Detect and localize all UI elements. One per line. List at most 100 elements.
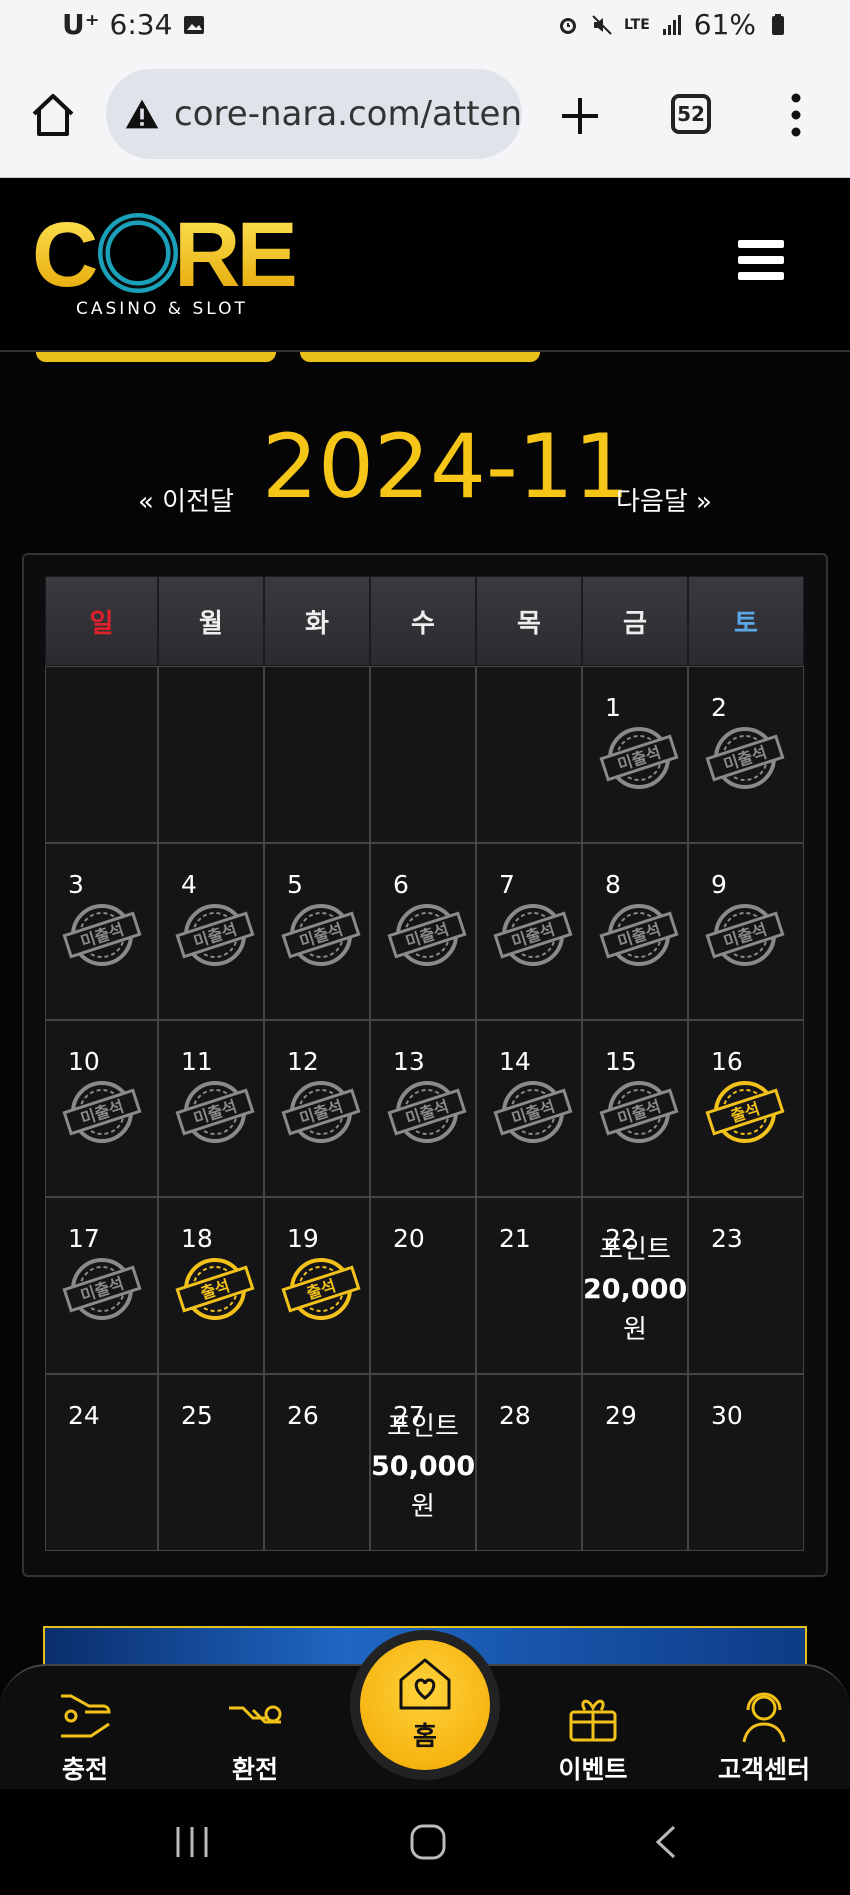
calendar-day-cell[interactable]: 7 미출석 — [476, 843, 582, 1020]
day-number: 11 — [181, 1047, 213, 1076]
calendar-day-cell[interactable]: 21 — [476, 1197, 582, 1374]
calendar-day-cell[interactable]: 24 — [45, 1374, 158, 1551]
mute-icon — [592, 14, 612, 35]
day-number: 5 — [287, 870, 303, 899]
day-number: 3 — [68, 870, 84, 899]
absent-stamp-icon: 미출석 — [62, 1081, 142, 1143]
warning-icon[interactable] — [124, 96, 160, 132]
calendar-day-cell[interactable]: 23 — [688, 1197, 804, 1374]
calendar-day-cell[interactable]: 17 미출석 — [45, 1197, 158, 1374]
calendar-day-cell[interactable]: 26 — [264, 1374, 370, 1551]
nav-home[interactable]: 홈 — [360, 1640, 490, 1770]
nav-event[interactable]: 이벤트 — [533, 1686, 653, 1786]
calendar-day-cell — [476, 666, 582, 843]
reward-label: 포인트 20,000 원 — [583, 1230, 687, 1350]
day-number: 10 — [68, 1047, 100, 1076]
day-number: 19 — [287, 1224, 319, 1253]
url-text[interactable]: core-nara.com/atten — [174, 94, 522, 134]
attendance-calendar: 일월화수목금토 1 미출석 2 미출석 3 미출석 4 미출석 5 미출석 6 미출석 7 미출석 8 미출석… — [45, 576, 804, 1551]
calendar-day-cell[interactable]: 14 미출석 — [476, 1020, 582, 1197]
top-tab-right[interactable] — [300, 352, 540, 362]
calendar-day-cell[interactable]: 29 — [582, 1374, 688, 1551]
home-button-icon[interactable] — [408, 1823, 448, 1861]
calendar-day-cell[interactable]: 1 미출석 — [582, 666, 688, 843]
deposit-icon — [61, 1694, 111, 1738]
calendar-day-cell[interactable]: 30 — [688, 1374, 804, 1551]
day-number: 16 — [711, 1047, 743, 1076]
calendar-day-cell[interactable]: 25 — [158, 1374, 264, 1551]
home-icon[interactable] — [28, 90, 78, 140]
calendar-week-row: 17 미출석 18 출석 19 출석 20 21 22 포인트 20,000 원 23 — [45, 1197, 804, 1374]
battery-icon — [772, 13, 784, 35]
calendar-day-cell[interactable]: 2 미출석 — [688, 666, 804, 843]
more-options-icon[interactable] — [784, 90, 808, 140]
calendar-day-cell — [264, 666, 370, 843]
nav-withdraw[interactable]: 환전 — [195, 1686, 315, 1786]
weekday-header-cell: 일 — [45, 576, 158, 666]
calendar-week-row: 3 미출석 4 미출석 5 미출석 6 미출석 7 미출석 8 미출석 9 미출석 — [45, 843, 804, 1020]
day-number: 9 — [711, 870, 727, 899]
calendar-day-cell[interactable]: 19 출석 — [264, 1197, 370, 1374]
nav-support[interactable]: 고객센터 — [704, 1686, 824, 1786]
day-number: 28 — [499, 1401, 531, 1430]
nav-label-withdraw: 환전 — [231, 1755, 278, 1784]
calendar-day-cell[interactable]: 27 포인트 50,000 원 — [370, 1374, 476, 1551]
weekday-header: 일월화수목금토 — [45, 576, 804, 666]
calendar-day-cell — [45, 666, 158, 843]
absent-stamp-icon: 미출석 — [705, 904, 785, 966]
absent-stamp-icon: 미출석 — [175, 904, 255, 966]
browser-toolbar: core-nara.com/atten 52 — [0, 52, 850, 178]
reward-text: 포인트 — [599, 1235, 671, 1265]
day-number: 21 — [499, 1224, 531, 1253]
day-number: 18 — [181, 1224, 213, 1253]
calendar-day-cell — [370, 666, 476, 843]
calendar-day-cell[interactable]: 11 미출석 — [158, 1020, 264, 1197]
nav-deposit[interactable]: 충전 — [25, 1686, 145, 1786]
gift-icon — [569, 1699, 617, 1742]
reward-label: 포인트 50,000 원 — [371, 1407, 475, 1527]
reward-text: 원 — [411, 1492, 435, 1522]
logo-subtitle: CASINO & SLOT — [76, 299, 248, 318]
new-tab-icon[interactable] — [556, 92, 604, 140]
calendar-day-cell[interactable]: 15 미출석 — [582, 1020, 688, 1197]
system-navigation — [0, 1789, 850, 1895]
calendar-day-cell[interactable]: 10 미출석 — [45, 1020, 158, 1197]
calendar-day-cell[interactable]: 3 미출석 — [45, 843, 158, 1020]
calendar-day-cell[interactable]: 13 미출석 — [370, 1020, 476, 1197]
weekday-header-cell: 수 — [370, 576, 476, 666]
calendar-day-cell[interactable]: 16 출석 — [688, 1020, 804, 1197]
calendar-day-cell[interactable]: 28 — [476, 1374, 582, 1551]
calendar-day-cell[interactable]: 4 미출석 — [158, 843, 264, 1020]
calendar-day-cell[interactable]: 8 미출석 — [582, 843, 688, 1020]
calendar-day-cell[interactable]: 12 미출석 — [264, 1020, 370, 1197]
absent-stamp-icon: 미출석 — [493, 1081, 573, 1143]
battery-label: 61% — [693, 8, 756, 41]
attended-stamp-icon: 출석 — [175, 1258, 255, 1320]
calendar-day-cell[interactable]: 20 — [370, 1197, 476, 1374]
core-logo[interactable]: C RE CASINO & SLOT — [32, 208, 302, 318]
day-number: 1 — [605, 693, 621, 722]
carrier-label: U⁺ — [62, 8, 100, 41]
calendar-day-cell[interactable]: 22 포인트 20,000 원 — [582, 1197, 688, 1374]
day-number: 12 — [287, 1047, 319, 1076]
top-tab-left[interactable] — [36, 352, 276, 362]
recent-apps-icon[interactable] — [172, 1823, 212, 1861]
weekday-header-cell: 금 — [582, 576, 688, 666]
back-icon[interactable] — [650, 1823, 680, 1861]
reward-text: 원 — [623, 1315, 647, 1345]
calendar-day-cell — [158, 666, 264, 843]
next-month-link[interactable]: 다음달 » — [616, 481, 712, 518]
calendar-day-cell[interactable]: 5 미출석 — [264, 843, 370, 1020]
calendar-day-cell[interactable]: 18 출석 — [158, 1197, 264, 1374]
calendar-day-cell[interactable]: 6 미출석 — [370, 843, 476, 1020]
page: U⁺ 6:34 LTE 61% core-nara.com/atten 52 C… — [0, 0, 850, 1895]
calendar-day-cell[interactable]: 9 미출석 — [688, 843, 804, 1020]
prev-month-link[interactable]: « 이전달 — [138, 481, 234, 518]
hamburger-menu-icon[interactable] — [738, 240, 784, 280]
status-bar: U⁺ 6:34 LTE 61% — [0, 0, 850, 52]
tab-switcher-button[interactable]: 52 — [671, 94, 711, 134]
reward-text: 포인트 — [387, 1412, 459, 1442]
absent-stamp-icon: 미출석 — [493, 904, 573, 966]
address-bar[interactable]: core-nara.com/atten — [106, 69, 522, 159]
calendar-week-row: 1 미출석 2 미출석 — [45, 666, 804, 843]
